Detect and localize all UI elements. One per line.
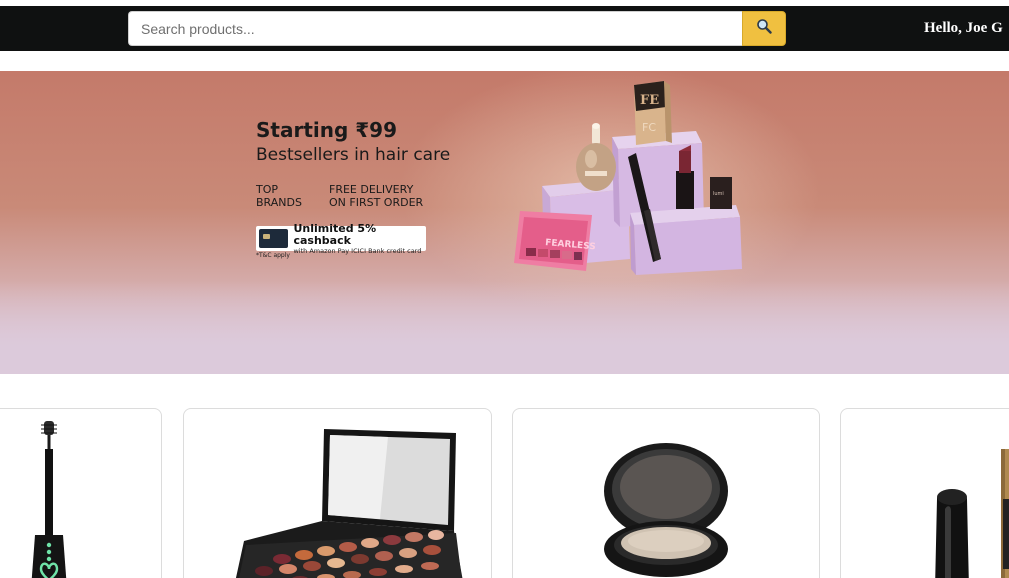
search-icon: [756, 18, 772, 39]
cashback-badge: Unlimited 5% cashback with Amazon Pay IC…: [256, 221, 426, 255]
product-card[interactable]: [840, 408, 1009, 578]
search-button[interactable]: [742, 11, 786, 46]
banner-subtitle: Bestsellers in hair care: [256, 145, 451, 165]
compact-powder-image: [604, 443, 728, 577]
banner-products-image: FE FC lumi FEARLESS: [514, 81, 742, 275]
product-card[interactable]: [512, 408, 820, 578]
svg-text:FC: FC: [642, 121, 656, 134]
navbar: Hello, Joe G: [0, 6, 1009, 51]
eyeshadow-palette-image: [235, 429, 463, 578]
product-card[interactable]: [0, 408, 162, 578]
search-input[interactable]: [128, 11, 742, 46]
mascara-image: [31, 421, 67, 578]
credit-card-icon: [259, 229, 289, 248]
cashback-subtext: with Amazon Pay ICICI Bank credit card: [293, 246, 422, 255]
banner-feature-top-brands: TOP BRANDS: [256, 183, 302, 209]
cashback-text: Unlimited 5% cashback: [293, 221, 377, 247]
user-greeting[interactable]: Hello, Joe G: [924, 20, 1003, 37]
svg-text:FE: FE: [640, 93, 659, 108]
promo-banner[interactable]: Starting ₹99 Bestsellers in hair care TO…: [0, 71, 1009, 374]
terms-note: *T&C apply: [256, 252, 290, 259]
lipstick-image: [935, 449, 1009, 578]
product-card[interactable]: [183, 408, 492, 578]
banner-title: Starting ₹99: [256, 118, 398, 142]
product-cards-row: [0, 408, 1009, 578]
svg-text:lumi: lumi: [713, 191, 724, 197]
banner-feature-free-delivery: FREE DELIVERY ON FIRST ORDER: [329, 183, 424, 209]
search-bar: [128, 11, 786, 46]
